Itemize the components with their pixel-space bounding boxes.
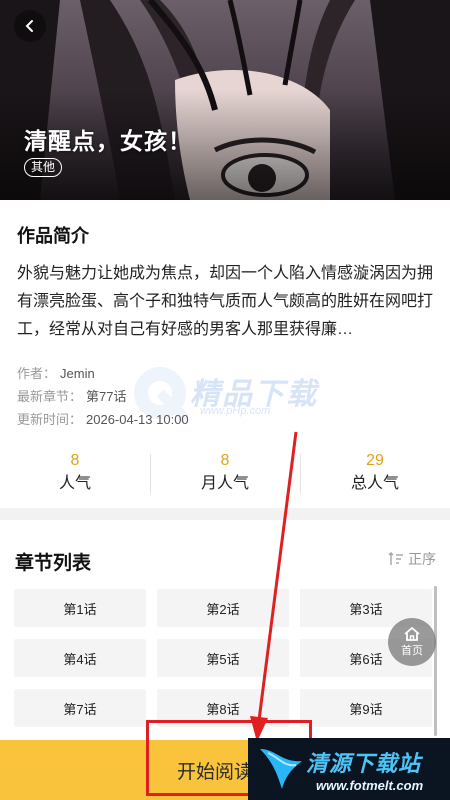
author-row: 作者： Jemin [17, 363, 95, 382]
chapter-item[interactable]: 第2话 [157, 589, 289, 627]
intro-description: 外貌与魅力让她成为焦点，却因一个人陷入情感漩涡因为拥有漂亮脸蛋、高个子和独特气质… [17, 265, 434, 338]
cover-banner: 清醒点，女孩！ 其他 [0, 0, 450, 200]
chapter-item[interactable]: 第9话 [300, 689, 432, 727]
home-label: 首页 [401, 645, 423, 657]
stat-total-popularity: 29 总人气 [300, 450, 450, 500]
updated-value: 2026-04-13 10:00 [86, 412, 189, 427]
comic-title: 清醒点，女孩！ [24, 128, 192, 154]
start-reading-label: 开始阅读 [176, 761, 253, 783]
intro-section: 作品简介 外貌与魅力让她成为焦点，却因一个人陷入情感漩涡因为拥有漂亮脸蛋、高个子… [0, 200, 450, 505]
sort-icon [388, 552, 403, 565]
chapter-item[interactable]: 第7话 [14, 689, 146, 727]
chapter-item[interactable]: 第4话 [14, 639, 146, 677]
stat-label: 总人气 [350, 475, 399, 492]
chapter-grid: 第1话 第2话 第3话 第4话 第5话 第6话 第7话 第8话 第9话 [14, 589, 432, 727]
chapter-item[interactable]: 第5话 [157, 639, 289, 677]
corner-logo-url: www.fotmelt.com [316, 778, 424, 793]
chapter-item[interactable]: 第8话 [157, 689, 289, 727]
author-label: 作者： [17, 366, 57, 381]
intro-title: 作品简介 [17, 226, 89, 246]
stat-value: 8 [220, 452, 230, 469]
watermark-brand: 精品下载 [190, 378, 318, 411]
section-divider [0, 508, 450, 520]
stat-value: 8 [70, 452, 80, 469]
home-button[interactable]: 首页 [388, 618, 436, 666]
genre-tag[interactable]: 其他 [24, 158, 63, 177]
stat-popularity: 8 人气 [0, 450, 150, 500]
watermark-url: www.pHp.com [200, 405, 271, 417]
stat-monthly-popularity: 8 月人气 [150, 450, 300, 500]
author-value: Jemin [60, 366, 95, 381]
chapter-section: 章节列表 正序 第1话 第2话 第3话 第4话 第5话 第6话 第7话 第8话 … [0, 520, 450, 740]
stat-label: 人气 [58, 475, 91, 492]
back-button[interactable] [14, 10, 46, 42]
latest-chapter-row: 最新章节： 第77话 [17, 386, 126, 405]
latest-value[interactable]: 第77话 [86, 389, 126, 404]
chapter-item[interactable]: 第1话 [14, 589, 146, 627]
corner-logo-brand: 清源下载站 [306, 751, 422, 776]
corner-site-logo: 清源下载站 www.fotmelt.com [248, 738, 450, 800]
home-icon [404, 626, 420, 641]
stat-value: 29 [366, 452, 384, 469]
latest-label: 最新章节： [17, 389, 83, 404]
site-logo-icon [260, 749, 302, 789]
updated-label: 更新时间： [17, 412, 83, 427]
chapter-list-title: 章节列表 [15, 553, 92, 574]
chevron-left-icon [25, 20, 33, 32]
sort-order-label: 正序 [408, 551, 436, 567]
scrollbar-thumb[interactable] [434, 586, 437, 736]
sort-order-button[interactable]: 正序 [388, 549, 436, 569]
updated-row: 更新时间： 2026-04-13 10:00 [17, 409, 189, 428]
popularity-stats: 8 人气 8 月人气 29 总人气 [0, 450, 450, 500]
stat-label: 月人气 [200, 475, 249, 492]
